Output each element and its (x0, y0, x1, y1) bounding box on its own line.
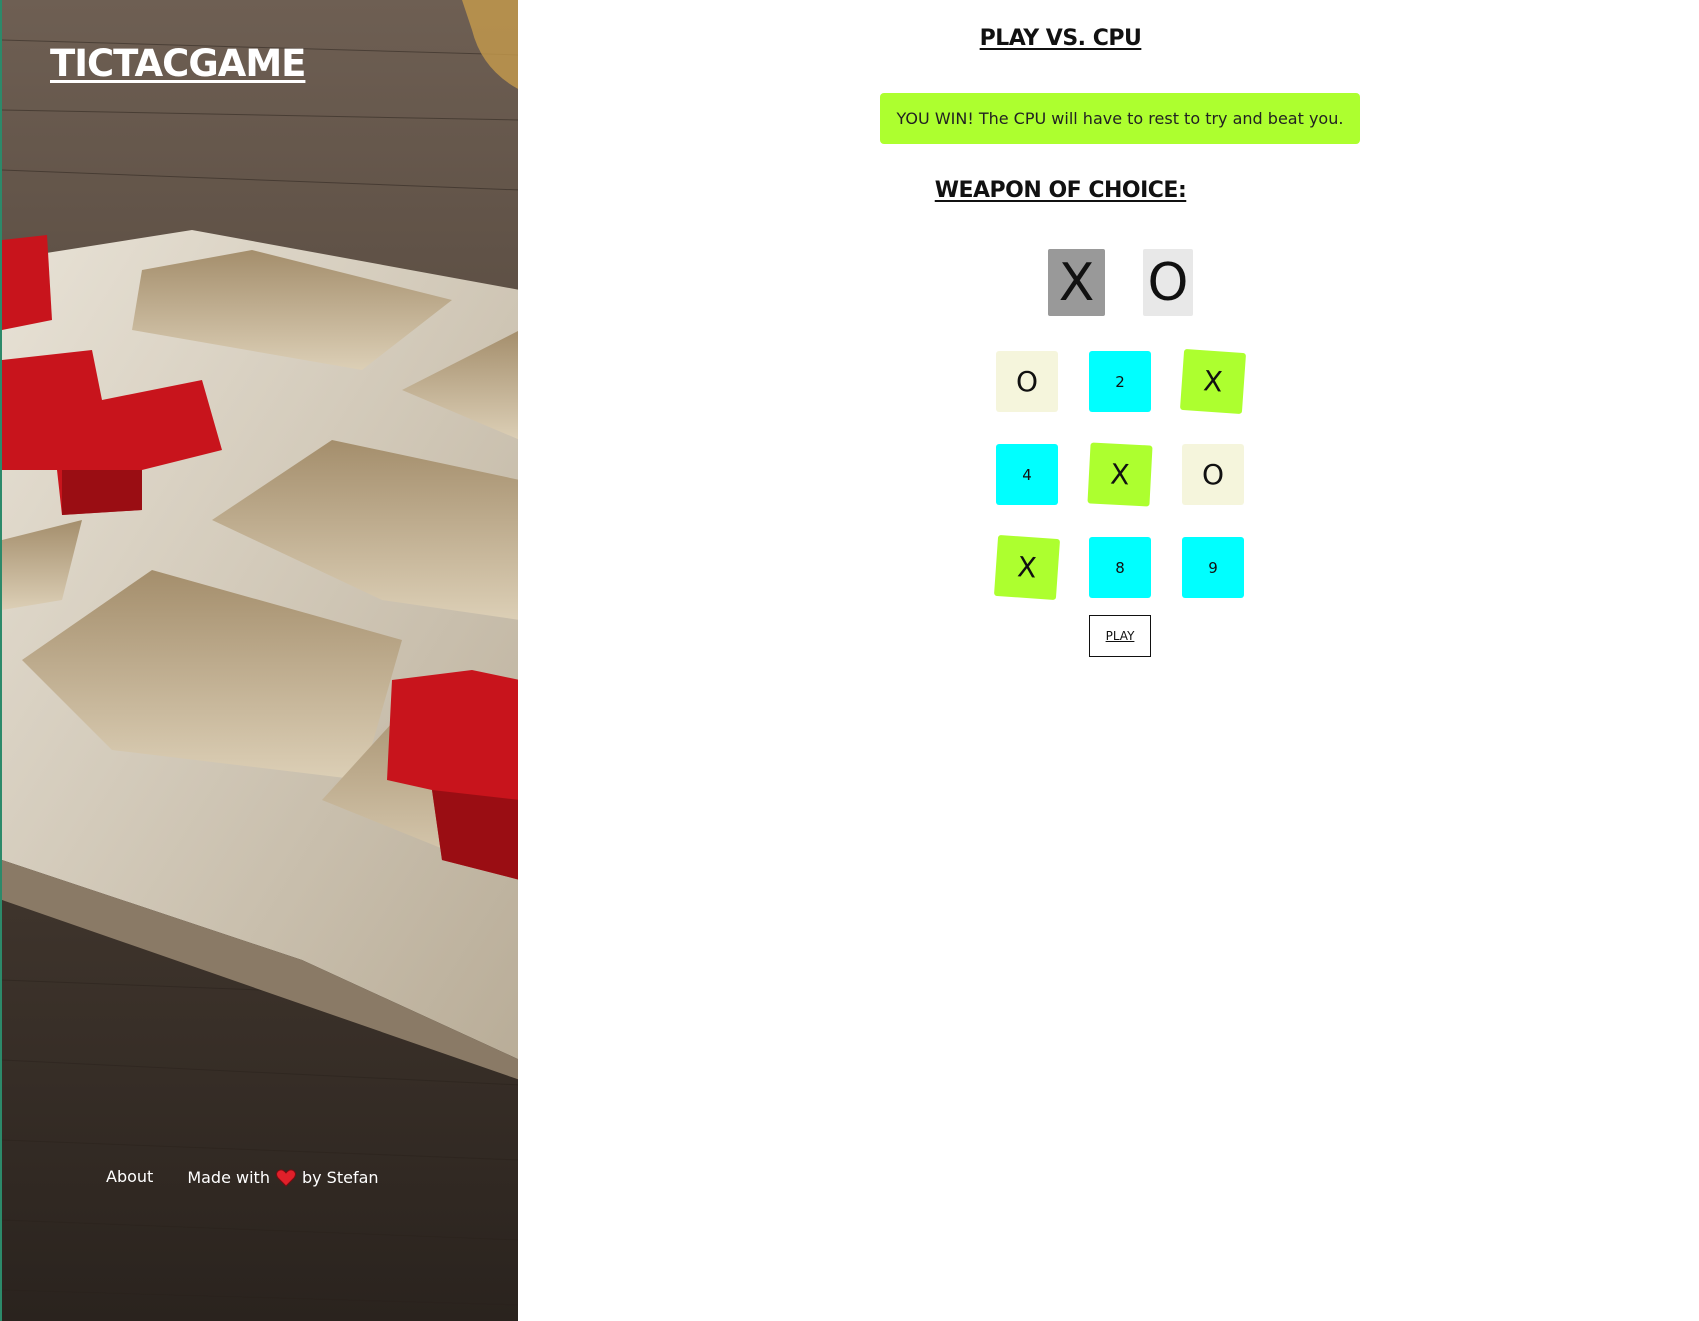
credit-text: Made with by Stefan (187, 1168, 378, 1187)
game-area: PLAY VS. CPU YOU WIN! The CPU will have … (518, 0, 1699, 1321)
weapon-o-button[interactable]: O (1143, 249, 1193, 316)
board-cell-2[interactable]: 2 (1089, 351, 1151, 412)
board-photo-background (2, 0, 518, 1321)
board-cell-6[interactable]: O (1182, 444, 1244, 505)
play-button[interactable]: PLAY (1089, 615, 1151, 657)
weapon-heading-wrap: WEAPON OF CHOICE: (518, 178, 1603, 203)
made-with-label: Made with (187, 1168, 270, 1187)
board-cell-3[interactable]: X (1179, 348, 1247, 415)
footer: About Made with by Stefan (106, 1165, 379, 1188)
board-cell-7[interactable]: X (993, 534, 1061, 601)
board-cell-1[interactable]: O (996, 351, 1058, 412)
board-cell-8[interactable]: 8 (1089, 537, 1151, 598)
site-title[interactable]: TICTACGAME (50, 42, 306, 85)
board-cell-9[interactable]: 9 (1182, 537, 1244, 598)
sidebar: TICTACGAME About Made with by Stefan (0, 0, 518, 1321)
heart-icon (275, 1168, 296, 1187)
mode-heading: PLAY VS. CPU (979, 26, 1142, 51)
result-banner: YOU WIN! The CPU will have to rest to tr… (880, 93, 1360, 144)
mode-heading-wrap: PLAY VS. CPU (518, 26, 1603, 51)
author-label: by Stefan (301, 1168, 379, 1187)
board-cell-5[interactable]: X (1087, 442, 1153, 507)
weapon-heading: WEAPON OF CHOICE: (934, 178, 1187, 203)
weapon-x-button[interactable]: X (1048, 249, 1105, 316)
board-cell-4[interactable]: 4 (996, 444, 1058, 505)
about-link[interactable]: About (106, 1167, 153, 1186)
